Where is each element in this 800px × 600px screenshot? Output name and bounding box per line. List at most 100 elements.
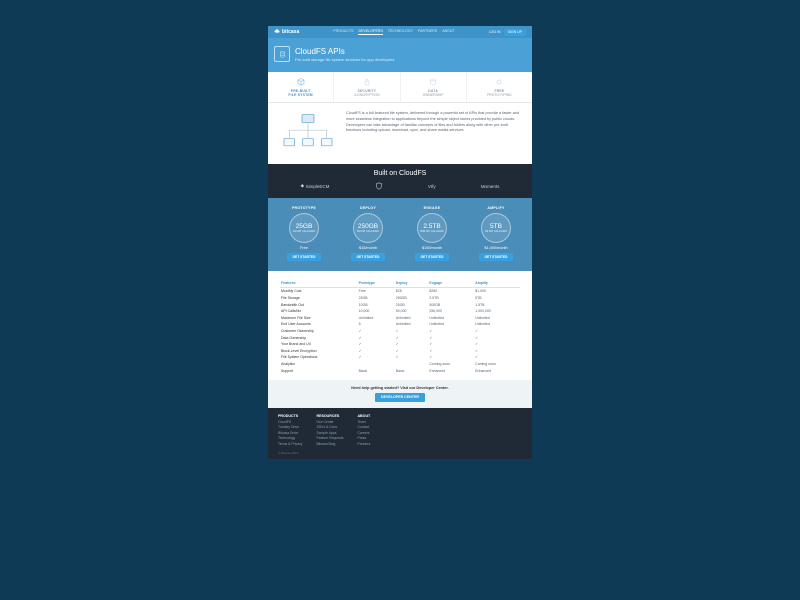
logo-vify: VIfy [428, 184, 436, 189]
plan-calls: 50M API CALLS/MO [420, 230, 444, 233]
plan-circle: 5TB 1B API CALLS/MO [481, 213, 511, 243]
table-cell: 10GB [358, 301, 395, 308]
table-header: Deploy [395, 279, 429, 288]
table-cell: ✓ [395, 348, 429, 355]
tab-label: PROTOTYPING [469, 93, 530, 97]
table-cell: ✓ [358, 341, 395, 348]
table-cell: 25GB [358, 295, 395, 302]
table-cell: Monthly Cost [280, 288, 358, 295]
table-cell: Bandwidth Out [280, 301, 358, 308]
stack-icon [278, 50, 287, 59]
table-cell: Analytics [280, 361, 358, 368]
table-cell [358, 361, 395, 368]
table-cell: ✓ [428, 328, 474, 335]
comparison-table: FeaturesPrototypeDeployEngageAmplify Mon… [268, 271, 532, 380]
table-cell: ✓ [395, 328, 429, 335]
feature-tabs: PRE-BUILT FILE SYSTEM SECURITY & ENCRYPT… [268, 72, 532, 103]
plan-tier: PROTOTYPE [274, 206, 334, 210]
table-header: Amplify [474, 279, 520, 288]
table-cell: Support [280, 367, 358, 374]
dev-center-button[interactable]: DEVELOPER CENTER [375, 393, 425, 402]
plan-circle: 2.5TB 50M API CALLS/MO [417, 213, 447, 243]
table-row: End User Accounts5UnlimitedUnlimitedUnli… [280, 321, 520, 328]
table-header: Engage [428, 279, 474, 288]
tab-filesystem[interactable]: PRE-BUILT FILE SYSTEM [268, 72, 334, 102]
footer-column: RESOURCESDev CenterSDKs & DocsSample App… [317, 414, 344, 447]
tab-ownership[interactable]: DATA OWNERSHIP [401, 72, 467, 102]
table-cell: ✓ [428, 354, 474, 361]
tab-prototyping[interactable]: FREE PROTOTYPING [467, 72, 532, 102]
table-cell: Enhanced [428, 367, 474, 374]
table-row: Monthly CostFree$25$250$1,000 [280, 288, 520, 295]
dev-center-text: Need help getting started? Visit our Dev… [274, 386, 526, 390]
footer-link[interactable]: Terms & Privacy [278, 442, 303, 447]
footer: PRODUCTSCloudFSTurnkey DriveBitcasa Driv… [268, 408, 532, 459]
plan-price: Free [274, 246, 334, 250]
table-cell: Unlimited [474, 315, 520, 322]
footer-link[interactable]: Partners [357, 442, 370, 447]
table-cell: ✓ [395, 341, 429, 348]
table-cell: Maximum File Size [280, 315, 358, 322]
get-started-button[interactable]: GET STARTED [287, 253, 320, 261]
table-cell: File System Operations [280, 354, 358, 361]
footer-link[interactable]: Turnkey Drive [278, 425, 303, 430]
hero-icon-box [274, 46, 290, 62]
nav-technology[interactable]: TECHNOLOGY [388, 29, 413, 35]
table-cell: 250,000 [428, 308, 474, 315]
table-cell: Coming soon [474, 361, 520, 368]
table-row: Maximum File SizeUnlimitedUnlimitedUnlim… [280, 315, 520, 322]
auth-buttons: LOG IN SIGN UP [489, 29, 526, 36]
plan-circle: 25GB 1M API CALLS/MO [289, 213, 319, 243]
table-cell: ✓ [395, 334, 429, 341]
footer-link[interactable]: Feature Requests [317, 436, 344, 441]
table-row: Your Brand and UX✓✓✓✓ [280, 341, 520, 348]
brand[interactable]: bitcasa [274, 29, 299, 35]
top-nav: bitcasa PRODUCTS DEVELOPERS TECHNOLOGY P… [268, 26, 532, 38]
hero-title: CloudFS APIs [295, 47, 394, 56]
logo-shield [375, 182, 383, 190]
table-header: Prototype [358, 279, 395, 288]
footer-link[interactable]: Contact [357, 425, 370, 430]
table-cell: Unlimited [358, 315, 395, 322]
logo-simpleecm: ◆ SimpleECM [301, 183, 330, 189]
nav-developers[interactable]: DEVELOPERS [358, 29, 382, 35]
table-cell: ✓ [474, 328, 520, 335]
nav-about[interactable]: ABOUT [442, 29, 454, 35]
dev-center-banner: Need help getting started? Visit our Dev… [268, 380, 532, 408]
footer-link[interactable]: Bitcasa Blog [317, 442, 344, 447]
footer-heading: PRODUCTS [278, 414, 303, 418]
tab-security[interactable]: SECURITY & ENCRYPTION [334, 72, 400, 102]
built-on-heading: Built on CloudFS [268, 170, 532, 177]
table-cell: End User Accounts [280, 321, 358, 328]
table-cell: 25GB [395, 301, 429, 308]
table-cell: ✓ [358, 348, 395, 355]
logo-moments: Moments [481, 184, 500, 189]
tab-label: & ENCRYPTION [336, 93, 397, 97]
table-row: Block-Level Encryption✓✓✓✓ [280, 348, 520, 355]
table-cell: 5TB [474, 295, 520, 302]
description-text: CloudFS is a full-featured file system, … [346, 111, 522, 134]
brand-text: bitcasa [282, 29, 299, 35]
footer-heading: RESOURCES [317, 414, 344, 418]
nav-links: PRODUCTS DEVELOPERS TECHNOLOGY PARTNERS … [333, 29, 454, 35]
logo-text: SimpleECM [306, 184, 330, 189]
lock-icon [362, 77, 372, 87]
pricing-section: PROTOTYPE 25GB 1M API CALLS/MO Free GET … [268, 198, 532, 271]
signup-button[interactable]: SIGN UP [504, 29, 526, 36]
hero: CloudFS APIs Pre-built storage file syst… [268, 38, 532, 72]
nav-products[interactable]: PRODUCTS [333, 29, 353, 35]
table-cell: Unlimited [428, 321, 474, 328]
table-row: AnalyticsComing soonComing soon [280, 361, 520, 368]
get-started-button[interactable]: GET STARTED [415, 253, 448, 261]
table-row: File Storage25GB250GB2.5TB5TB [280, 295, 520, 302]
get-started-button[interactable]: GET STARTED [479, 253, 512, 261]
table-cell: File Storage [280, 295, 358, 302]
gear-icon [494, 77, 504, 87]
nav-partners[interactable]: PARTNERS [418, 29, 437, 35]
table-cell: Customer Ownership [280, 328, 358, 335]
get-started-button[interactable]: GET STARTED [351, 253, 384, 261]
tab-label: OWNERSHIP [403, 93, 464, 97]
login-link[interactable]: LOG IN [489, 30, 501, 34]
filesystem-diagram [278, 111, 338, 154]
footer-column: PRODUCTSCloudFSTurnkey DriveBitcasa Driv… [278, 414, 303, 447]
